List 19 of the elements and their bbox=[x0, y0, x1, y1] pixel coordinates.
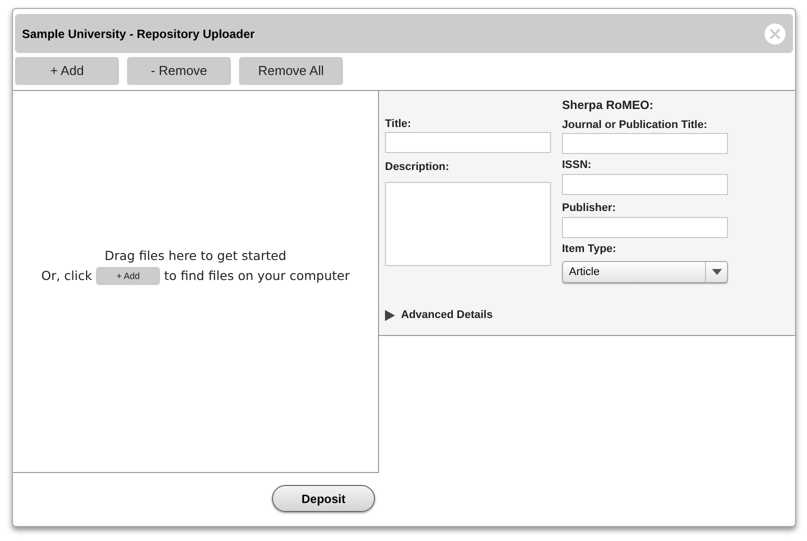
advanced-details-toggle[interactable]: Advanced Details bbox=[401, 307, 493, 324]
field-label: ISSN: bbox=[562, 159, 592, 172]
dropzone-text: Or, click bbox=[41, 267, 92, 285]
field-label: Journal or Publication Title: bbox=[562, 119, 708, 132]
dropzone-text: Drag files here to get started bbox=[104, 247, 286, 266]
section-heading: Sherpa RoMEO: bbox=[562, 98, 654, 112]
toolbar-button[interactable]: Remove All bbox=[239, 57, 343, 85]
item-type-select[interactable]: Article bbox=[562, 261, 728, 283]
field-label: Title: bbox=[385, 118, 412, 131]
add-button[interactable]: + Add bbox=[96, 267, 160, 286]
dropzone-text: to find files on your computer bbox=[164, 267, 350, 285]
toolbar-button[interactable]: + Add bbox=[15, 57, 119, 85]
deposit-button[interactable]: Deposit bbox=[272, 485, 375, 512]
window-title: Sample University - Repository Uploader bbox=[22, 26, 255, 42]
toolbar-button[interactable]: - Remove bbox=[127, 57, 231, 85]
field-label: Publisher: bbox=[562, 202, 617, 215]
field-label: Item Type: bbox=[562, 243, 618, 256]
select-value: Article bbox=[568, 264, 601, 280]
field-label: Description: bbox=[385, 161, 450, 174]
